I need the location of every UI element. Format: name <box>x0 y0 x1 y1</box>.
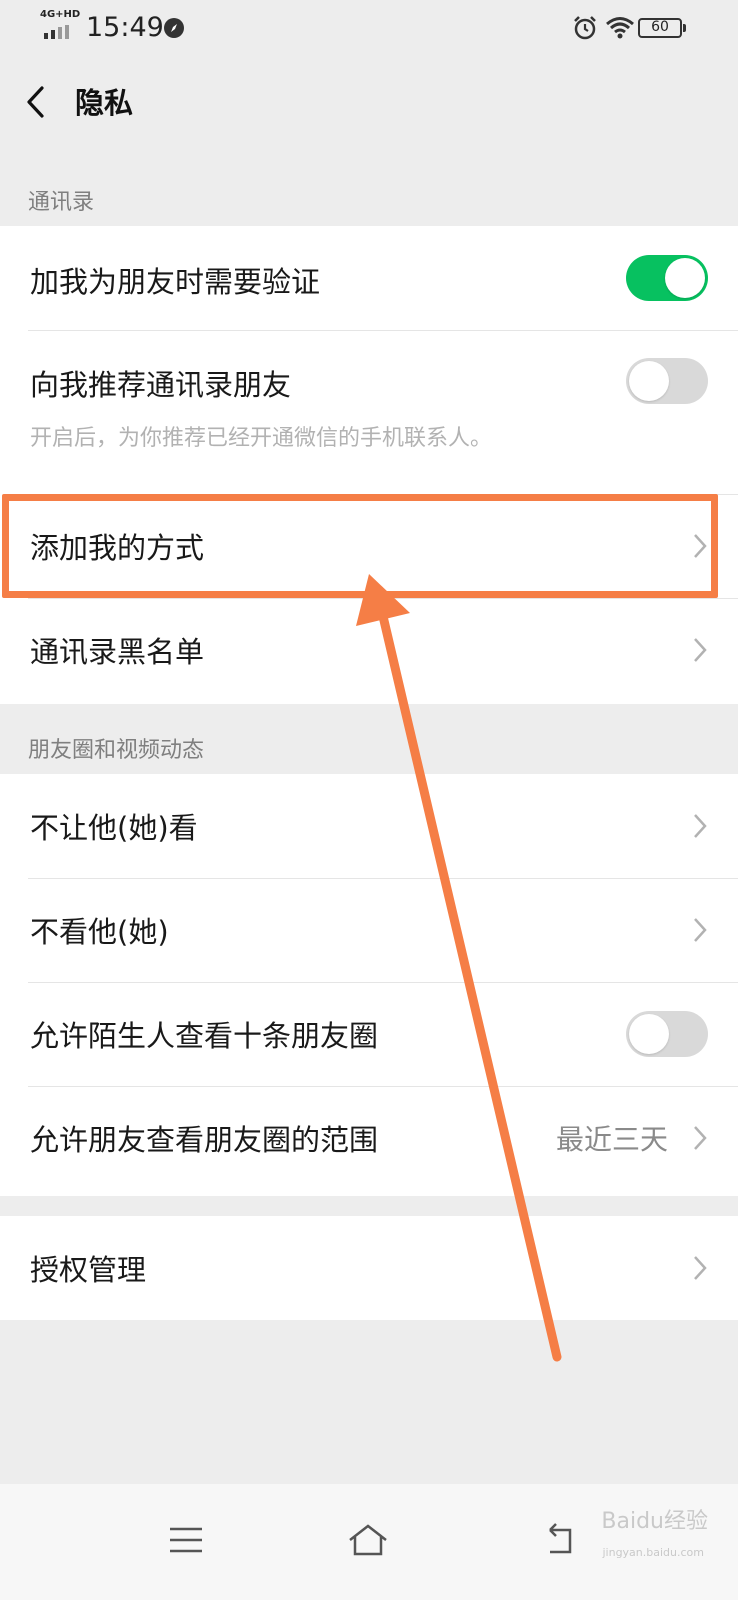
hide-their-posts-row[interactable]: 不看他(她) <box>0 878 738 982</box>
contacts-blacklist-label: 通讯录黑名单 <box>30 635 205 669</box>
back-icon[interactable] <box>540 1518 584 1562</box>
hide-my-posts-row[interactable]: 不让他(她)看 <box>0 774 738 878</box>
chevron-right-icon <box>694 814 707 838</box>
auth-group: 授权管理 <box>0 1216 738 1320</box>
watermark-url: jingyan.baidu.com <box>602 1546 704 1559</box>
wifi-icon <box>606 17 634 39</box>
verify-friend-request-toggle[interactable] <box>626 255 708 301</box>
section-header-moments: 朋友圈和视频动态 <box>28 738 205 763</box>
authorization-management-label: 授权管理 <box>30 1253 147 1287</box>
page-title: 隐私 <box>75 86 134 120</box>
moments-visible-range-value: 最近三天 <box>555 1123 668 1156</box>
stranger-view-ten-posts-label: 允许陌生人查看十条朋友圈 <box>30 1019 379 1053</box>
battery-icon: 60 <box>638 18 682 38</box>
alarm-icon <box>574 16 596 40</box>
network-type: 4G+HD <box>40 9 81 20</box>
hide-my-posts-label: 不让他(她)看 <box>30 811 198 845</box>
authorization-management-row[interactable]: 授权管理 <box>0 1216 738 1320</box>
battery-cap <box>683 24 686 32</box>
recommend-contacts-toggle[interactable] <box>626 358 708 404</box>
system-nav-bar <box>0 1484 738 1600</box>
watermark-logo: Baidu经验 <box>601 1509 708 1534</box>
highlight-annotation-box <box>2 494 718 598</box>
signal-icon <box>44 25 76 39</box>
section-header-contacts: 通讯录 <box>28 190 95 215</box>
recommend-contacts-label: 向我推荐通讯录朋友 <box>30 368 292 402</box>
back-arrow-icon[interactable] <box>22 82 52 122</box>
chevron-right-icon <box>694 1256 707 1280</box>
recommend-contacts-description: 开启后，为你推荐已经开通微信的手机联系人。 <box>30 426 493 451</box>
verify-friend-request-row[interactable]: 加我为朋友时需要验证 <box>0 226 738 330</box>
contacts-group: 加我为朋友时需要验证 向我推荐通讯录朋友 开启后，为你推荐已经开通微信的手机联系… <box>0 226 738 704</box>
stranger-view-ten-posts-row[interactable]: 允许陌生人查看十条朋友圈 <box>0 982 738 1086</box>
status-bar: 4G+HD 15:49 60 <box>0 0 738 58</box>
moments-visible-range-label: 允许朋友查看朋友圈的范围 <box>30 1123 379 1157</box>
hide-their-posts-label: 不看他(她) <box>30 915 169 949</box>
stranger-view-ten-posts-toggle[interactable] <box>626 1011 708 1057</box>
home-icon[interactable] <box>346 1518 390 1562</box>
chevron-right-icon <box>694 918 707 942</box>
contacts-blacklist-row[interactable]: 通讯录黑名单 <box>0 598 738 702</box>
chevron-right-icon <box>694 1126 707 1150</box>
compass-icon <box>164 18 184 38</box>
verify-friend-request-label: 加我为朋友时需要验证 <box>30 265 321 299</box>
battery-level: 60 <box>651 19 669 35</box>
status-time: 15:49 <box>86 12 164 43</box>
menu-icon[interactable] <box>164 1518 208 1562</box>
moments-visible-range-row[interactable]: 允许朋友查看朋友圈的范围 最近三天 <box>0 1086 738 1190</box>
chevron-right-icon <box>694 638 707 662</box>
recommend-contacts-row[interactable]: 向我推荐通讯录朋友 开启后，为你推荐已经开通微信的手机联系人。 <box>0 330 738 494</box>
moments-group: 不让他(她)看 不看他(她) 允许陌生人查看十条朋友圈 允许朋友查看朋友圈的范围… <box>0 774 738 1196</box>
nav-bar: 隐私 <box>0 58 738 144</box>
